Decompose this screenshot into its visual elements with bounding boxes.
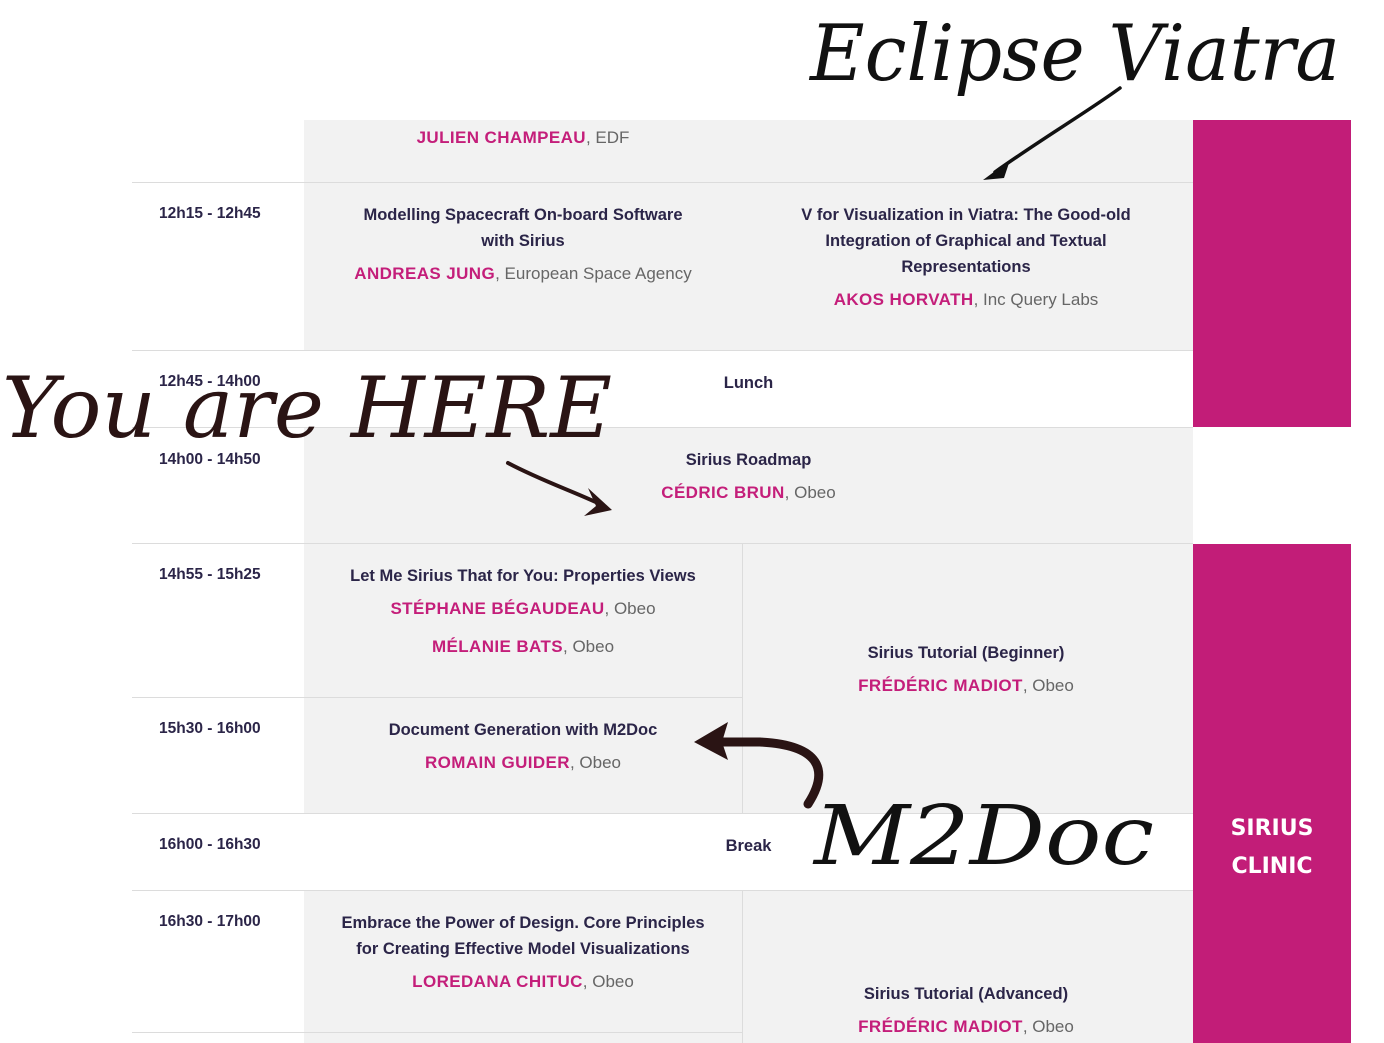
arrow-to-viatra-icon xyxy=(506,86,1122,809)
